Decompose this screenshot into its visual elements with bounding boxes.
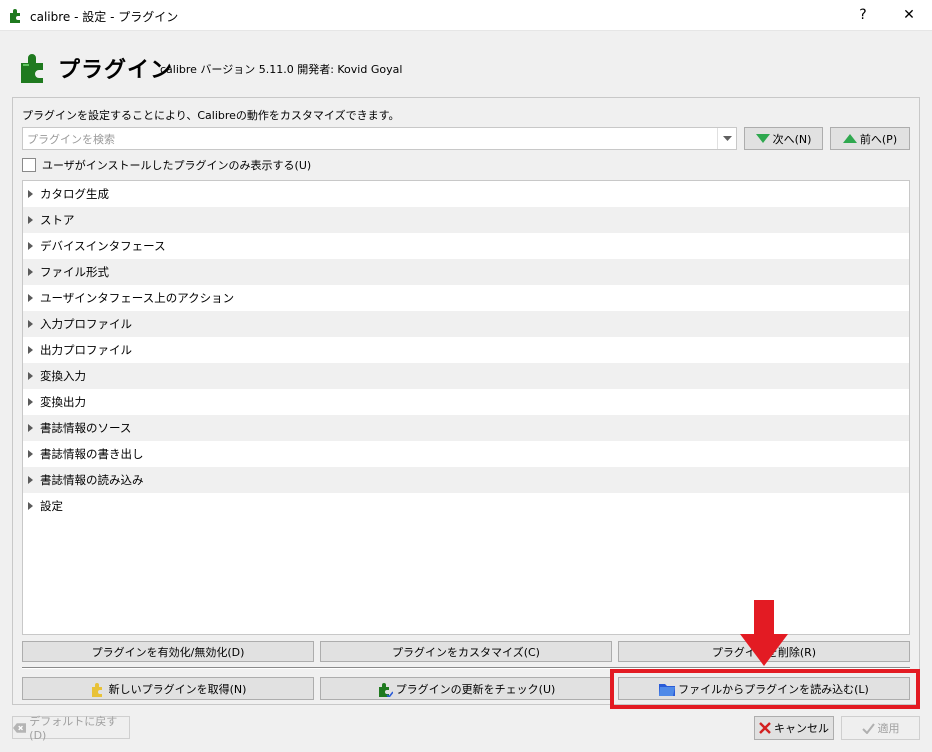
tree-item-label: ストア: [40, 213, 75, 227]
tree-item-label: 設定: [40, 499, 63, 513]
tree-item-ui-actions[interactable]: ユーザインタフェース上のアクション: [23, 285, 909, 311]
user-plugins-only-checkbox[interactable]: ユーザがインストールしたプラグインのみ表示する(U): [22, 157, 311, 173]
plugin-header-icon: [18, 50, 52, 87]
expand-arrow-icon[interactable]: [28, 424, 33, 432]
check-updates-label: プラグインの更新をチェック(U): [395, 682, 556, 696]
expand-arrow-icon[interactable]: [28, 320, 33, 328]
cancel-button[interactable]: キャンセル: [754, 716, 834, 740]
apply-button[interactable]: 適用: [841, 716, 920, 740]
tree-item-metadata-reader[interactable]: 書誌情報の読み込み: [23, 467, 909, 493]
checkmark-icon: [861, 722, 875, 734]
tree-item-conversion-output[interactable]: 変換出力: [23, 389, 909, 415]
toggle-plugin-button[interactable]: プラグインを有効化/無効化(D): [22, 641, 314, 662]
expand-arrow-icon[interactable]: [28, 450, 33, 458]
next-button[interactable]: 次へ(N): [744, 127, 823, 150]
search-combobox[interactable]: [22, 127, 737, 150]
tree-item-metadata-source[interactable]: 書誌情報のソース: [23, 415, 909, 441]
page-title: プラグイン: [58, 58, 174, 83]
app-puzzle-icon: [8, 7, 24, 23]
expand-arrow-icon[interactable]: [28, 294, 33, 302]
toggle-plugin-label: プラグインを有効化/無効化(D): [91, 645, 245, 659]
down-arrow-icon: [755, 134, 770, 143]
get-new-plugins-label: 新しいプラグインを取得(N): [108, 682, 247, 696]
puzzle-star-icon: [91, 682, 102, 697]
tree-item-label: ユーザインタフェース上のアクション: [40, 291, 235, 305]
tree-item-output-profile[interactable]: 出力プロファイル: [23, 337, 909, 363]
tree-item-store[interactable]: ストア: [23, 207, 909, 233]
tree-item-file-type[interactable]: ファイル形式: [23, 259, 909, 285]
checkbox-label: ユーザがインストールしたプラグインのみ表示する(U): [42, 159, 312, 172]
tree-item-conversion-input[interactable]: 変換入力: [23, 363, 909, 389]
expand-arrow-icon[interactable]: [28, 268, 33, 276]
tree-item-preferences[interactable]: 設定: [23, 493, 909, 519]
tree-item-label: 変換入力: [40, 369, 86, 383]
tree-item-catalog[interactable]: カタログ生成: [23, 181, 909, 207]
tree-item-label: 入力プロファイル: [40, 317, 132, 331]
expand-arrow-icon[interactable]: [28, 242, 33, 250]
chevron-down-icon[interactable]: [717, 128, 736, 149]
expand-arrow-icon[interactable]: [28, 502, 33, 510]
tree-item-label: デバイスインタフェース: [40, 239, 166, 253]
x-icon: [759, 722, 771, 734]
customize-plugin-button[interactable]: プラグインをカスタマイズ(C): [320, 641, 612, 662]
annotation-arrow-icon: [740, 600, 788, 666]
prev-button-label: 前へ(P): [859, 132, 898, 146]
expand-arrow-icon[interactable]: [28, 476, 33, 484]
expand-arrow-icon[interactable]: [28, 372, 33, 380]
title-bar: calibre - 設定 - プラグイン ? ✕: [0, 0, 932, 31]
checkbox-box[interactable]: [22, 158, 36, 172]
annotation-highlight-box: [610, 669, 920, 709]
close-button[interactable]: ✕: [886, 0, 932, 31]
check-updates-button[interactable]: プラグインの更新をチェック(U): [320, 677, 612, 700]
restore-defaults-label: デフォルトに戻す(D): [29, 715, 118, 742]
tree-item-label: 書誌情報の書き出し: [40, 447, 144, 461]
clear-icon: [13, 722, 27, 733]
customize-plugin-label: プラグインをカスタマイズ(C): [392, 645, 540, 659]
tree-item-label: 変換出力: [40, 395, 86, 409]
search-input[interactable]: [25, 129, 719, 150]
next-button-label: 次へ(N): [772, 132, 812, 146]
get-new-plugins-button[interactable]: 新しいプラグインを取得(N): [22, 677, 314, 700]
version-label: calibre バージョン 5.11.0 開発者: Kovid Goyal: [160, 63, 403, 76]
window-title: calibre - 設定 - プラグイン: [30, 10, 179, 24]
help-button[interactable]: ?: [840, 0, 886, 31]
tree-item-label: カタログ生成: [40, 187, 109, 201]
plugin-category-tree[interactable]: カタログ生成 ストア デバイスインタフェース ファイル形式 ユーザインタフェース…: [22, 180, 910, 635]
tree-item-input-profile[interactable]: 入力プロファイル: [23, 311, 909, 337]
up-arrow-icon: [842, 134, 857, 143]
tree-item-label: ファイル形式: [40, 265, 109, 279]
tree-item-label: 書誌情報のソース: [40, 421, 132, 435]
expand-arrow-icon[interactable]: [28, 398, 33, 406]
cancel-label: キャンセル: [774, 722, 829, 735]
expand-arrow-icon[interactable]: [28, 190, 33, 198]
tree-item-label: 書誌情報の読み込み: [40, 473, 144, 487]
expand-arrow-icon[interactable]: [28, 346, 33, 354]
tree-item-metadata-writer[interactable]: 書誌情報の書き出し: [23, 441, 909, 467]
prev-button[interactable]: 前へ(P): [830, 127, 910, 150]
tree-item-device-interface[interactable]: デバイスインタフェース: [23, 233, 909, 259]
apply-label: 適用: [877, 722, 900, 735]
expand-arrow-icon[interactable]: [28, 216, 33, 224]
restore-defaults-button[interactable]: デフォルトに戻す(D): [12, 715, 130, 742]
puzzle-update-icon: [378, 682, 393, 697]
description-label: プラグインを設定することにより、Calibreの動作をカスタマイズできます。: [22, 109, 400, 122]
tree-item-label: 出力プロファイル: [40, 343, 132, 357]
